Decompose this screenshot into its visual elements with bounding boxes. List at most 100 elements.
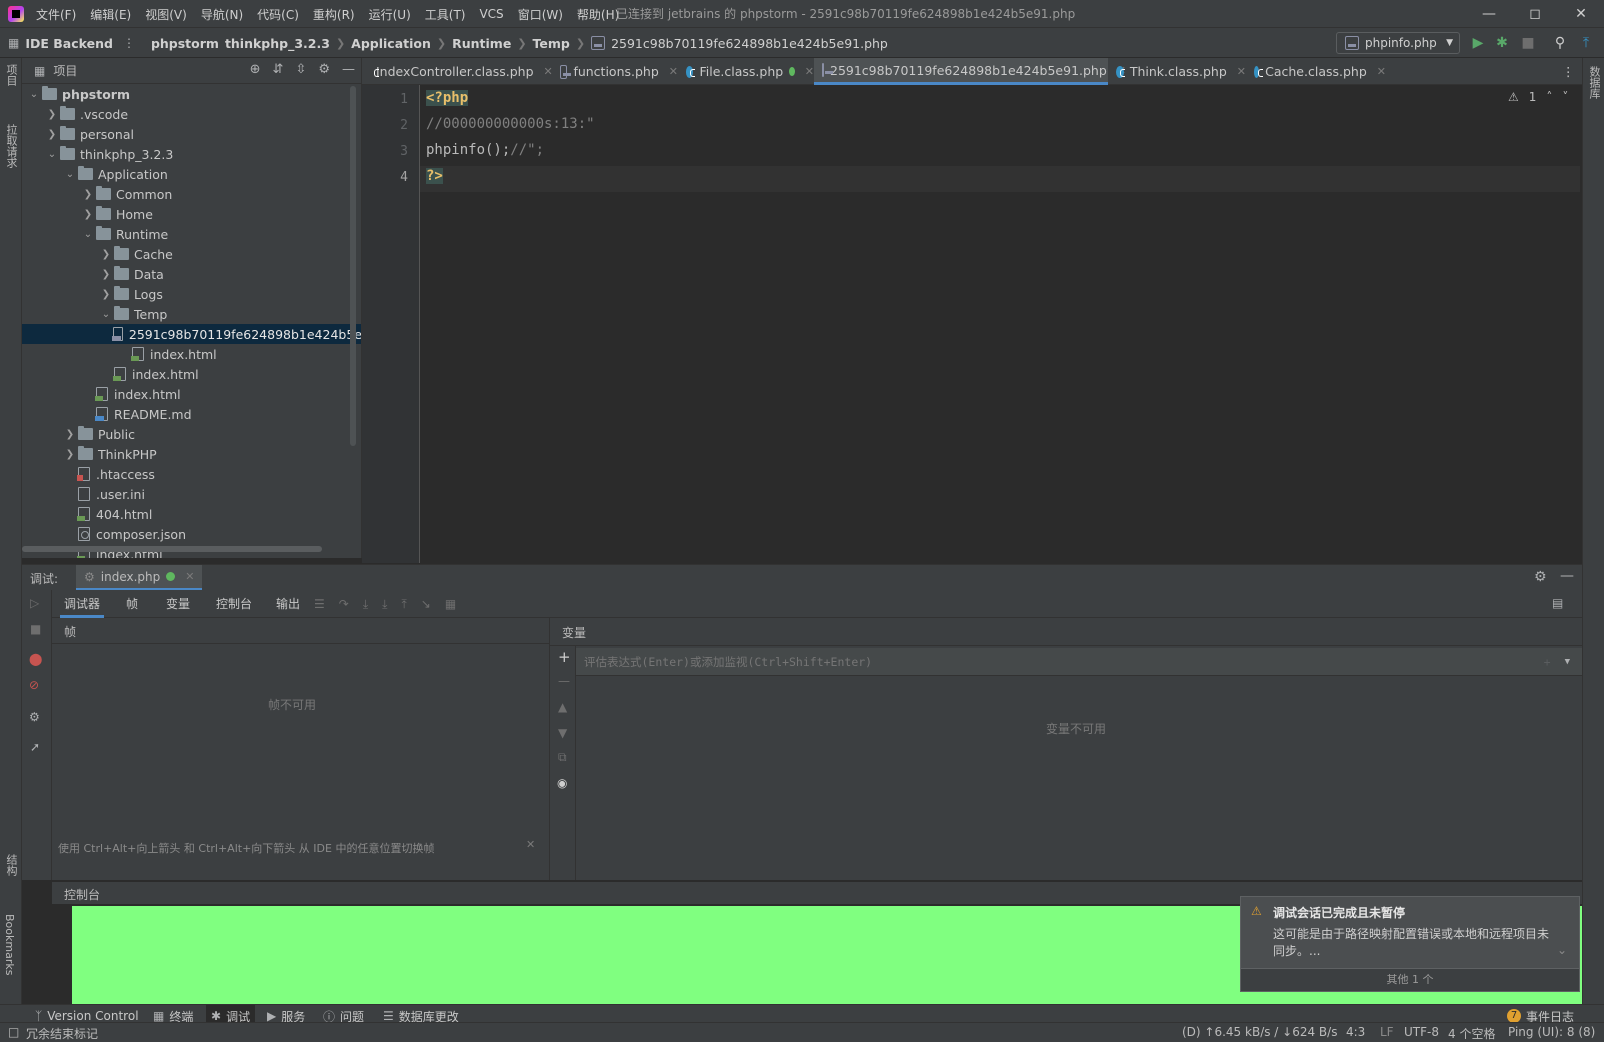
tree-folder[interactable]: ❯ Common [22,184,361,204]
close-icon[interactable]: ✕ [669,65,678,78]
backend-label[interactable]: IDE Backend [25,36,113,51]
maximize-button[interactable]: ◻ [1512,0,1558,28]
menu-tools[interactable]: 工具(T) [425,6,466,23]
menu-file[interactable]: 文件(F) [36,6,76,23]
tab-think-class[interactable]: Think.class.php ✕ [1108,58,1246,85]
menu-view[interactable]: 视图(V) [145,6,187,23]
close-icon[interactable]: ✕ [185,570,194,583]
chevron-right-icon[interactable]: ❯ [62,429,78,440]
tree-folder[interactable]: ❯ Home [22,204,361,224]
tree-folder[interactable]: ❯ ThinkPHP [22,444,361,464]
close-icon[interactable]: ✕ [1237,65,1246,78]
eye-icon[interactable]: ◉ [557,776,567,790]
menu-window[interactable]: 窗口(W) [518,6,563,23]
menu-code[interactable]: 代码(C) [257,6,299,23]
chevron-down-icon[interactable]: ⌄ [62,169,78,180]
tab-cache-class[interactable]: Cache.class.php ✕ [1246,58,1386,85]
tree-file[interactable]: index.html [22,364,361,384]
chevron-right-icon[interactable]: ❯ [62,449,78,460]
mute-breakpoints-icon[interactable]: ⊘ [29,678,39,692]
gear-icon[interactable]: ⚙ [1534,569,1547,585]
resume-icon[interactable]: ▷ [30,596,39,610]
tab-console[interactable]: 控制台 [212,590,256,618]
tree-file[interactable]: index.html [22,384,361,404]
debug-session-tab[interactable]: ⚙ index.php ✕ [76,565,203,591]
tree-folder[interactable]: ⌄ phpstorm [22,84,361,104]
status-message[interactable]: 冗余结束标记 [26,1025,98,1042]
more-vertical-icon[interactable]: ⋮ [123,36,135,50]
crumb-temp[interactable]: Temp [533,36,570,51]
chevron-down-icon[interactable]: ▼ [1565,657,1570,667]
tree-folder[interactable]: ❯ Public [22,424,361,444]
chevron-right-icon[interactable]: ❯ [98,269,114,280]
hide-panel-icon[interactable]: — [1560,568,1574,584]
stop-icon[interactable]: ■ [1518,33,1538,53]
search-icon[interactable]: ⚲ [1550,33,1570,53]
crumb-application[interactable]: Application [351,36,431,51]
step-over-icon[interactable]: ↷ [339,597,349,611]
tree-folder[interactable]: ⌄ Temp [22,304,361,324]
tab-debugger[interactable]: 调试器 [60,590,105,618]
tree-folder[interactable]: ❯ .vscode [22,104,361,124]
tree-folder[interactable]: ⌄ Application [22,164,361,184]
tab-current-file[interactable]: 2591c98b70119fe624898b1e424b5e91.php ✕ [814,58,1126,85]
run-configuration-select[interactable]: phpinfo.php ▼ [1336,32,1460,54]
menu-vcs[interactable]: VCS [479,7,503,21]
tab-output[interactable]: 输出 [272,590,304,618]
code-editor[interactable] [362,85,1582,563]
code-line-3[interactable]: phpinfo();//"; [426,142,544,158]
project-tool-button[interactable]: 项目 [3,64,19,86]
tree-file[interactable]: README.md [22,404,361,424]
gear-icon[interactable]: ⚙ [29,710,40,724]
view-breakpoints-icon[interactable]: ⬤ [29,652,42,666]
close-window-button[interactable]: ✕ [1558,0,1604,28]
tab-functions[interactable]: functions.php ✕ [552,58,678,85]
chevron-right-icon[interactable]: ❯ [80,189,96,200]
close-icon[interactable]: ✕ [526,838,535,851]
database-tool-button[interactable]: 数据库 [1586,66,1602,99]
chevron-right-icon[interactable]: ❯ [44,109,60,120]
code-line-4[interactable]: ?> [426,168,443,184]
tree-file[interactable]: 2591c98b70119fe624898b1e424b5e [22,324,361,344]
collapse-all-icon[interactable]: ⇳ [295,62,306,77]
run-icon[interactable]: ▶ [1468,33,1488,53]
chevron-down-icon[interactable]: ⌄ [44,149,60,160]
tab-variables[interactable]: 变量 [162,590,194,618]
chevron-down-icon[interactable]: ⌄ [80,229,96,240]
minimize-button[interactable]: — [1466,0,1512,28]
tab-frames[interactable]: 帧 [122,590,142,618]
structure-tool-button[interactable]: 结构 [3,854,19,876]
tree-file[interactable]: .user.ini [22,484,361,504]
run-to-cursor-icon[interactable]: ↘ [421,597,431,611]
menu-refactor[interactable]: 重构(R) [313,6,355,23]
code-line-2[interactable]: //000000000000s:13:" [426,116,595,132]
toggle-panels-icon[interactable]: □ [8,1025,19,1039]
tree-file[interactable]: 404.html [22,504,361,524]
stop-icon[interactable]: ■ [30,622,41,636]
crumb-thinkphp[interactable]: thinkphp_3.2.3 [225,36,330,51]
list-icon[interactable]: ☰ [314,597,325,611]
indent-setting[interactable]: 4 个空格 [1448,1025,1495,1042]
update-icon[interactable]: ⤒ [1576,33,1596,53]
tree-folder[interactable]: ❯ Data [22,264,361,284]
caret-position[interactable]: 4:3 [1346,1025,1365,1039]
tree-file[interactable]: .htaccess [22,464,361,484]
force-step-into-icon[interactable]: ⤓ [382,597,387,612]
bookmarks-tool-button[interactable]: Bookmarks [3,914,16,975]
project-vertical-scrollbar[interactable] [350,86,356,446]
move-down-icon[interactable]: ▼ [558,726,567,740]
close-icon[interactable]: ✕ [1377,65,1386,78]
code-line-1[interactable]: <?php [426,90,469,106]
tab-file-class[interactable]: File.class.php ✕ [678,58,814,85]
project-horizontal-scrollbar[interactable] [22,546,322,552]
menu-help[interactable]: 帮助(H) [577,6,619,23]
add-watch-icon[interactable]: + [558,648,571,666]
inspection-widget[interactable]: ⚠ 1 ˄ ˅ [1508,90,1568,104]
evaluate-input[interactable] [576,654,1476,669]
tree-file[interactable]: composer.json [22,524,361,544]
evaluate-expression-field[interactable]: + ▼ [576,648,1582,676]
locate-file-icon[interactable]: ⊕ [250,62,261,77]
expand-all-icon[interactable]: ⇵ [273,62,284,77]
chevron-down-icon[interactable]: ⌄ [1557,943,1567,957]
menu-edit[interactable]: 编辑(E) [90,6,131,23]
